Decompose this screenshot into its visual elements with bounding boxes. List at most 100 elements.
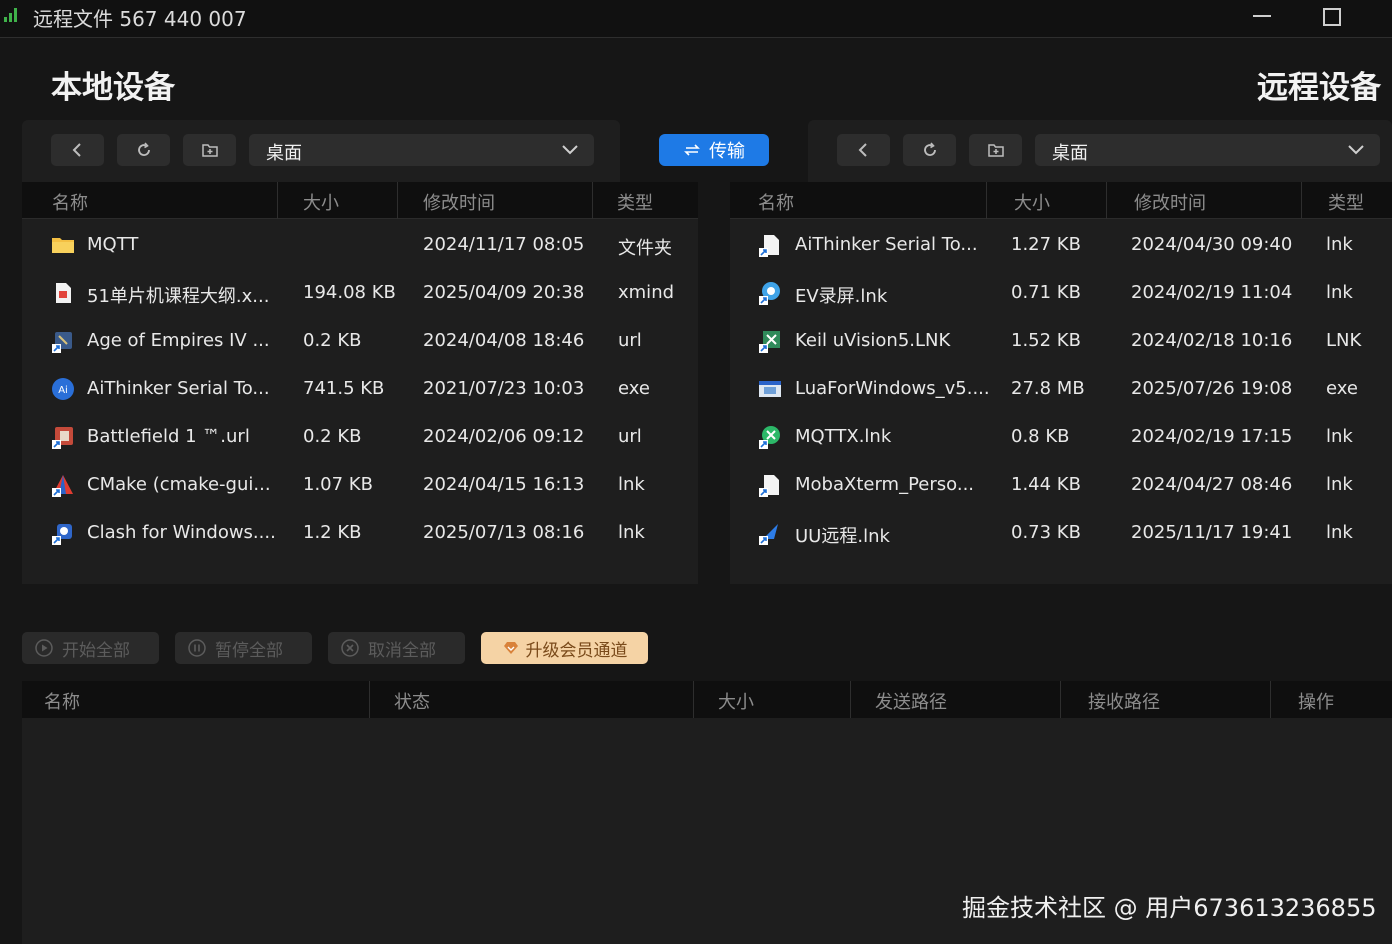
- remote-new-folder-button[interactable]: [969, 134, 1022, 166]
- file-modified: 2021/07/23 10:03: [423, 378, 585, 399]
- local-new-folder-button[interactable]: [183, 134, 236, 166]
- file-modified: 2024/04/08 18:46: [423, 330, 585, 351]
- task-column-status[interactable]: 状态: [394, 688, 430, 714]
- file-row[interactable]: 51单片机课程大纲.x... 194.08 KB 2025/04/09 20:38 x…: [22, 268, 698, 316]
- cancel-circle-icon: [341, 639, 359, 657]
- file-size: 0.73 KB: [1011, 522, 1081, 543]
- column-name[interactable]: 名称: [52, 189, 88, 215]
- svg-text:Ai: Ai: [58, 385, 68, 396]
- file-size: 0.2 KB: [303, 426, 362, 447]
- file-size: 1.07 KB: [303, 474, 373, 495]
- file-row[interactable]: UU远程.lnk 0.73 KB 2025/11/17 19:41 lnk: [730, 508, 1392, 556]
- column-size[interactable]: 大小: [1014, 189, 1050, 215]
- folder-icon: [51, 233, 75, 257]
- file-name: Keil uVision5.LNK: [795, 330, 951, 351]
- diamond-icon: [503, 642, 518, 654]
- file-size: 1.2 KB: [303, 522, 362, 543]
- file-name: AiThinker Serial To...: [87, 378, 270, 399]
- column-size[interactable]: 大小: [303, 189, 339, 215]
- local-path-select[interactable]: 桌面: [249, 134, 594, 166]
- file-name: UU远程.lnk: [795, 526, 890, 547]
- task-column-actions[interactable]: 操作: [1298, 688, 1334, 714]
- column-type[interactable]: 类型: [1328, 189, 1364, 215]
- local-back-button[interactable]: [51, 134, 104, 166]
- file-row[interactable]: EV录屏.lnk 0.71 KB 2024/02/19 11:04 lnk: [730, 268, 1392, 316]
- file-modified: 2024/04/15 16:13: [423, 474, 585, 495]
- file-row[interactable]: Clash for Windows.... 1.2 KB 2025/07/13 08…: [22, 508, 698, 556]
- signal-strength-icon: [4, 8, 20, 22]
- file-type: lnk: [1326, 234, 1353, 255]
- file-type: exe: [618, 378, 650, 399]
- file-row[interactable]: Battlefield 1 ™.url 0.2 KB 2024/02/06 09:1…: [22, 412, 698, 460]
- file-type: lnk: [618, 474, 645, 495]
- local-file-panel: 名称 大小 修改时间 类型 MQTT 2024/11/17 08:05 文件夹 51单…: [22, 182, 698, 584]
- xmind-file-icon: [51, 281, 75, 305]
- local-refresh-button[interactable]: [117, 134, 170, 166]
- file-type: 文件夹: [618, 238, 672, 259]
- file-name: Battlefield 1 ™.url: [87, 426, 250, 447]
- pause-all-button[interactable]: 暂停全部: [175, 632, 312, 664]
- file-row[interactable]: MQTT 2024/11/17 08:05 文件夹: [22, 220, 698, 268]
- file-row[interactable]: LuaForWindows_v5.... 27.8 MB 2025/07/26 19…: [730, 364, 1392, 412]
- file-row[interactable]: MQTTX.lnk 0.8 KB 2024/02/19 17:15 lnk: [730, 412, 1392, 460]
- swap-icon: [684, 144, 700, 156]
- file-modified: 2024/02/19 11:04: [1131, 282, 1293, 303]
- uu-remote-shortcut-icon: [758, 521, 782, 545]
- refresh-icon: [923, 142, 936, 156]
- remote-device-title: 远程设备: [1257, 70, 1381, 106]
- file-size: 741.5 KB: [303, 378, 385, 399]
- file-row[interactable]: AiThinker Serial To... 1.27 KB 2024/04/30 …: [730, 220, 1392, 268]
- transfer-button[interactable]: 传输: [659, 134, 769, 166]
- minimize-button[interactable]: [1247, 2, 1277, 30]
- file-name: Age of Empires IV ...: [87, 330, 270, 351]
- window-title: 远程文件 567 440 007: [33, 7, 247, 31]
- file-modified: 2025/11/17 19:41: [1131, 522, 1293, 543]
- file-size: 1.52 KB: [1011, 330, 1081, 351]
- column-type[interactable]: 类型: [617, 189, 653, 215]
- cancel-all-label: 取消全部: [368, 640, 436, 661]
- file-size: 0.71 KB: [1011, 282, 1081, 303]
- column-modified[interactable]: 修改时间: [423, 189, 495, 215]
- file-type: exe: [1326, 378, 1358, 399]
- title-bar: 远程文件 567 440 007: [0, 0, 1392, 38]
- file-name: Clash for Windows....: [87, 522, 276, 543]
- file-type: LNK: [1326, 330, 1362, 351]
- task-column-name[interactable]: 名称: [44, 688, 80, 714]
- maximize-button[interactable]: [1315, 2, 1345, 30]
- local-table-header: 名称 大小 修改时间 类型: [22, 182, 698, 219]
- file-size: 1.27 KB: [1011, 234, 1081, 255]
- remote-back-button[interactable]: [837, 134, 890, 166]
- start-all-label: 开始全部: [62, 640, 130, 661]
- task-column-send-path[interactable]: 发送路径: [875, 688, 947, 714]
- upgrade-membership-button[interactable]: 升级会员通道: [481, 632, 648, 664]
- chevron-left-icon: [72, 143, 81, 157]
- file-modified: 2025/07/13 08:16: [423, 522, 585, 543]
- file-row[interactable]: Keil uVision5.LNK 1.52 KB 2024/02/18 10:16…: [730, 316, 1392, 364]
- column-name[interactable]: 名称: [758, 189, 794, 215]
- file-row[interactable]: CMake (cmake-gui... 1.07 KB 2024/04/15 16:…: [22, 460, 698, 508]
- task-table-header: 名称 状态 大小 发送路径 接收路径 操作: [22, 681, 1392, 718]
- file-row[interactable]: MobaXterm_Perso... 1.44 KB 2024/04/27 08:4…: [730, 460, 1392, 508]
- watermark: 掘金技术社区 @ 用户673613236855: [962, 894, 1377, 922]
- start-all-button[interactable]: 开始全部: [22, 632, 159, 664]
- remote-path-select[interactable]: 桌面: [1035, 134, 1380, 166]
- file-shortcut-icon: [758, 233, 782, 257]
- column-modified[interactable]: 修改时间: [1134, 189, 1206, 215]
- file-type: lnk: [1326, 522, 1353, 543]
- file-row[interactable]: Age of Empires IV ... 0.2 KB 2024/04/08 18…: [22, 316, 698, 364]
- upgrade-label: 升级会员通道: [525, 640, 628, 661]
- remote-refresh-button[interactable]: [903, 134, 956, 166]
- file-modified: 2024/02/06 09:12: [423, 426, 585, 447]
- file-size: 194.08 KB: [303, 282, 396, 303]
- remote-file-panel: 名称 大小 修改时间 类型 AiThinker Serial To... 1.27…: [730, 182, 1392, 584]
- file-row[interactable]: Ai AiThinker Serial To... 741.5 KB 2021/07/…: [22, 364, 698, 412]
- file-name: LuaForWindows_v5....: [795, 378, 990, 399]
- file-shortcut-icon: [758, 473, 782, 497]
- file-modified: 2025/07/26 19:08: [1131, 378, 1293, 399]
- file-name: AiThinker Serial To...: [795, 234, 978, 255]
- transfer-label: 传输: [709, 141, 745, 162]
- cancel-all-button[interactable]: 取消全部: [328, 632, 465, 664]
- task-column-receive-path[interactable]: 接收路径: [1088, 688, 1160, 714]
- task-column-size[interactable]: 大小: [718, 688, 754, 714]
- cmake-shortcut-icon: [51, 473, 75, 497]
